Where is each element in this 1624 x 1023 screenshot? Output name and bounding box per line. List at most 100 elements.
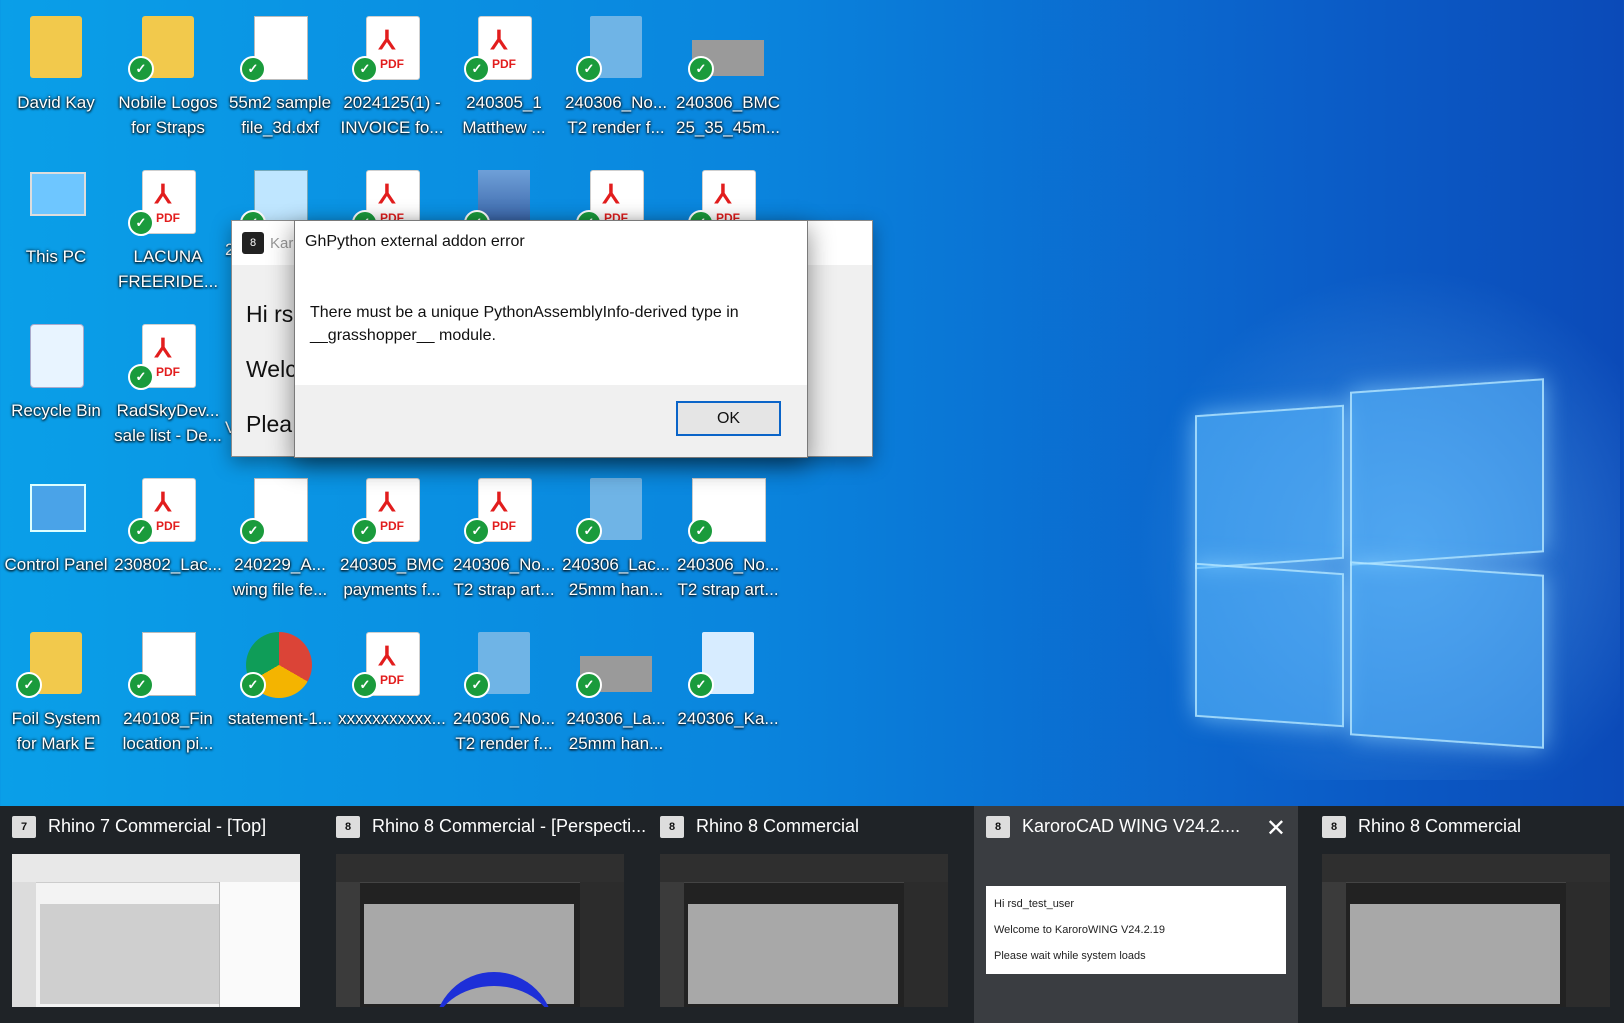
sync-check-icon: ✓ <box>576 518 602 544</box>
sync-check-icon: ✓ <box>464 518 490 544</box>
splash-line: Hi rs <box>246 301 294 327</box>
desktop-icon[interactable]: ✓ 240306_No... T2 render f... <box>560 6 668 156</box>
control-panel-icon <box>30 484 86 532</box>
icon-label: 240306_BMC 25_35_45m... <box>676 93 780 137</box>
icon-label: 240306_No... T2 strap art... <box>452 555 556 599</box>
window-thumbnail <box>660 854 948 1007</box>
sync-check-icon: ✓ <box>128 210 154 236</box>
taskbar-preview-rhino7-top[interactable]: 7 Rhino 7 Commercial - [Top] <box>0 806 314 1023</box>
rhino-app-icon: 8 <box>660 816 684 838</box>
icon-label: 2024125(1) - INVOICE fo... <box>340 93 444 137</box>
icon-label: 240306_Ka... <box>677 709 779 728</box>
icon-label: 240306_No... T2 render f... <box>452 709 556 753</box>
window-thumbnail <box>336 854 624 1007</box>
icon-label: Nobile Logos for Straps <box>118 93 218 137</box>
desktop-icon[interactable]: ✓ 240306_Ka... <box>672 622 780 772</box>
desktop-icon[interactable]: ⅄ PDF ✓ 2024125(1) - INVOICE fo... <box>336 6 444 156</box>
desktop-icon[interactable]: ✓ statement-1... <box>224 622 332 772</box>
preview-title: Rhino 8 Commercial <box>696 816 860 836</box>
splash-line: Plea <box>246 411 293 437</box>
preview-title: KaroroCAD WING V24.2.... <box>1022 816 1241 836</box>
splash-line: Welc <box>246 356 297 382</box>
sync-check-icon: ✓ <box>128 672 154 698</box>
desktop-icon[interactable]: ✓ Foil System for Mark E <box>0 622 108 772</box>
rhino-app-icon: 8 <box>986 816 1010 838</box>
icon-label: 55m2 sample file_3d.dxf <box>228 93 332 137</box>
icon-label: xxxxxxxxxxx... <box>338 709 446 728</box>
desktop-icon[interactable]: ⅄ PDF ✓ LACUNA FREERIDE... <box>112 160 220 310</box>
desktop-icon[interactable]: Control Panel <box>0 468 108 618</box>
sync-check-icon: ✓ <box>576 672 602 698</box>
desktop-icon[interactable]: ⅄ PDF ✓ 240306_No... T2 strap art... <box>448 468 556 618</box>
error-dialog: GhPython external addon error There must… <box>294 220 808 458</box>
desktop-icon[interactable]: ✓ 55m2 sample file_3d.dxf <box>224 6 332 156</box>
icon-label: Control Panel <box>4 555 108 574</box>
sync-check-icon: ✓ <box>240 56 266 82</box>
preview-title: Rhino 8 Commercial <box>1358 816 1522 836</box>
icon-label: statement-1... <box>228 709 332 728</box>
desktop-icon[interactable]: David Kay <box>0 6 108 156</box>
sync-check-icon: ✓ <box>352 518 378 544</box>
sync-check-icon: ✓ <box>240 672 266 698</box>
icon-label: 230802_Lac... <box>114 555 222 574</box>
window-thumbnail <box>12 854 300 1007</box>
sync-check-icon: ✓ <box>16 672 42 698</box>
this-pc-icon <box>30 172 86 216</box>
desktop-icon[interactable]: ⅄ PDF ✓ xxxxxxxxxxx... <box>336 622 446 772</box>
desktop-icon[interactable]: ⅄ PDF ✓ 230802_Lac... <box>112 468 222 618</box>
rhino-app-icon: 7 <box>12 816 36 838</box>
taskbar-preview-rhino8-perspective[interactable]: 8 Rhino 8 Commercial - [Perspecti... <box>324 806 646 1023</box>
icon-label: 240306_No... T2 render f... <box>564 93 668 137</box>
taskbar-preview-karorocad[interactable]: 8 KaroroCAD WING V24.2.... ✕ Hi rsd_test… <box>974 806 1298 1023</box>
desktop-icon[interactable]: Recycle Bin <box>0 314 108 464</box>
taskbar-preview-rhino8[interactable]: 8 Rhino 8 Commercial <box>648 806 962 1023</box>
desktop-icon[interactable]: ✓ 240306_La... 25mm han... <box>560 622 668 772</box>
ok-button[interactable]: OK <box>676 401 781 436</box>
icon-label: David Kay <box>17 93 95 112</box>
splash-line: Welcome to KaroroWING V24.2.19 <box>994 924 1165 936</box>
desktop-icon[interactable]: ✓ Nobile Logos for Straps <box>112 6 220 156</box>
sync-check-icon: ✓ <box>352 672 378 698</box>
icon-label: 240108_Fin location pi... <box>122 709 214 753</box>
desktop-icon[interactable]: ✓ 240306_No... T2 strap art... <box>672 468 780 618</box>
preview-header: 7 Rhino 7 Commercial - [Top] <box>12 814 326 840</box>
desktop-icon[interactable]: ⅄ PDF ✓ RadSkyDev... sale list - De... <box>112 314 222 464</box>
dialog-footer: OK <box>295 385 807 457</box>
desktop-icon[interactable]: ✓ 240306_Lac... 25mm han... <box>560 468 670 618</box>
close-icon[interactable]: ✕ <box>1266 814 1286 843</box>
splash-thumbnail: Hi rsd_test_user Welcome to KaroroWING V… <box>986 886 1286 974</box>
rhino-app-icon: 8 <box>336 816 360 838</box>
icon-label: 240305_1 Matthew ... <box>462 93 546 137</box>
splash-line: Please wait while system loads <box>994 950 1146 962</box>
taskbar-previews: 7 Rhino 7 Commercial - [Top] 8 Rhino 8 C… <box>0 806 1624 1023</box>
desktop-icon[interactable]: ✓ 240306_BMC 25_35_45m... <box>672 6 780 156</box>
sync-check-icon: ✓ <box>688 56 714 82</box>
icon-label: RadSkyDev... sale list - De... <box>114 401 222 445</box>
splash-line: Hi rsd_test_user <box>994 898 1075 910</box>
icon-label: 240306_Lac... 25mm han... <box>562 555 670 599</box>
icon-label: 240229_A... wing file fe... <box>232 555 328 599</box>
desktop-icon[interactable]: ✓ 240229_A... wing file fe... <box>224 468 332 618</box>
sync-check-icon: ✓ <box>688 518 714 544</box>
icon-label: Foil System for Mark E <box>11 709 101 753</box>
taskbar-preview-rhino8-second[interactable]: 8 Rhino 8 Commercial <box>1310 806 1624 1023</box>
splash-title: Kar <box>270 235 294 252</box>
desktop-icon[interactable]: ⅄ PDF ✓ 240305_BMC payments f... <box>336 468 444 618</box>
sync-check-icon: ✓ <box>240 518 266 544</box>
icon-label: 240305_BMC payments f... <box>340 555 444 599</box>
sync-check-icon: ✓ <box>128 56 154 82</box>
desktop-icon[interactable]: ⅄ PDF ✓ 240305_1 Matthew ... <box>448 6 556 156</box>
desktop-icon[interactable]: This PC <box>0 160 108 310</box>
icon-label: LACUNA FREERIDE... <box>117 247 219 291</box>
icon-label: 240306_No... T2 strap art... <box>676 555 780 599</box>
desktop-icon[interactable]: ✓ 240306_No... T2 render f... <box>448 622 556 772</box>
folder-icon <box>30 16 82 78</box>
preview-header: 8 Rhino 8 Commercial <box>660 814 974 840</box>
recycle-bin-icon <box>30 324 84 388</box>
desktop-icon[interactable]: ✓ 240108_Fin location pi... <box>112 622 220 772</box>
window-thumbnail <box>1322 854 1610 1007</box>
sync-check-icon: ✓ <box>464 56 490 82</box>
sync-check-icon: ✓ <box>464 672 490 698</box>
rhino-logo-icon: 8 <box>242 232 264 254</box>
sync-check-icon: ✓ <box>128 364 154 390</box>
